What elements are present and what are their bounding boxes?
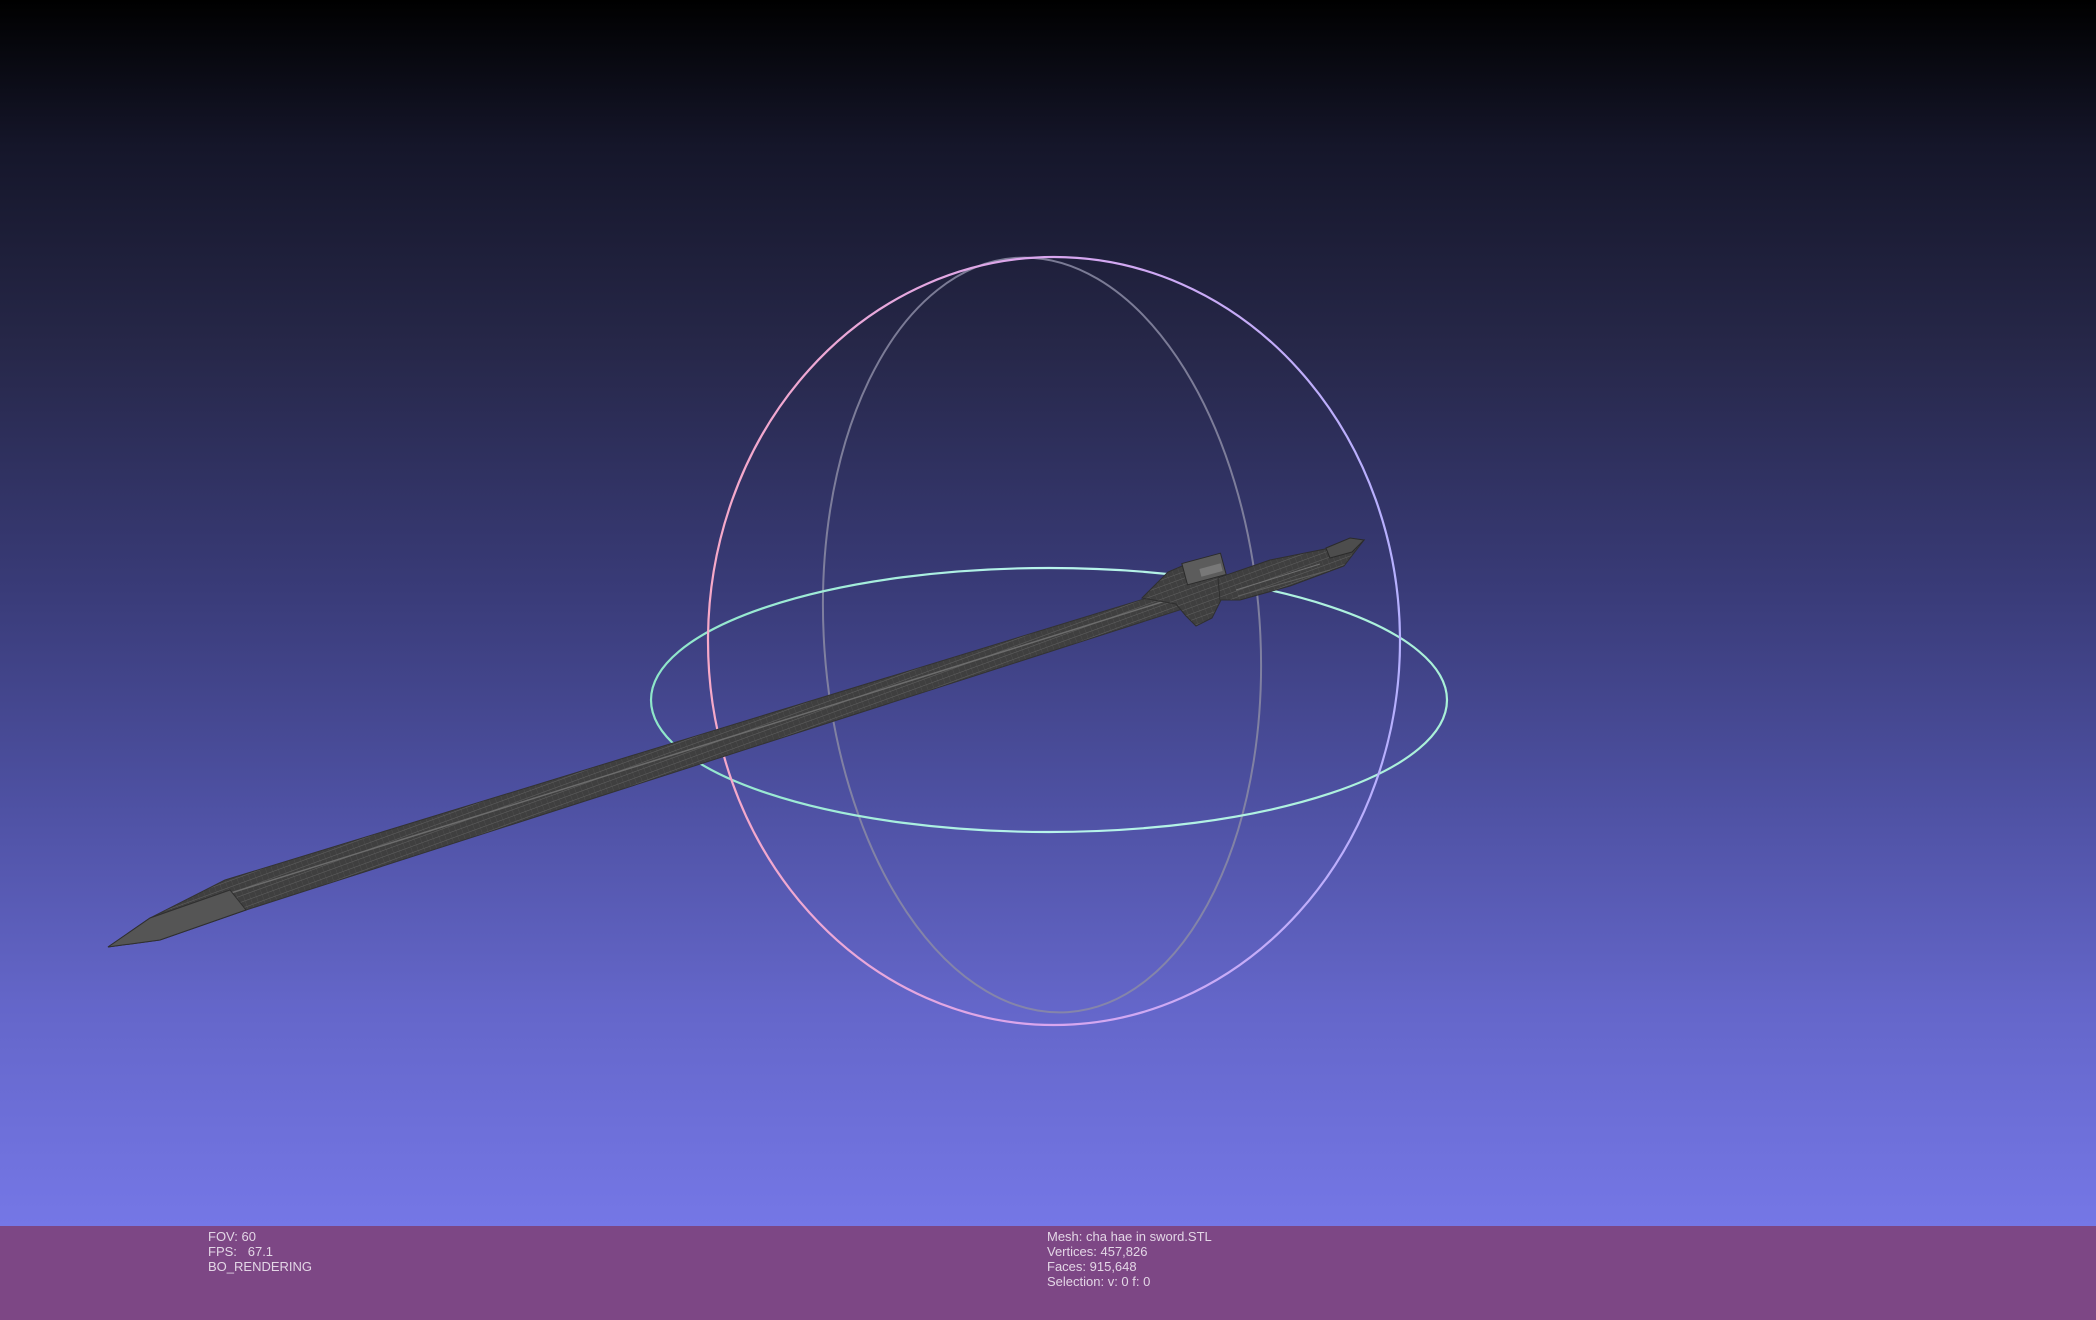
trackball-horizontal-ring [649,566,1449,834]
blade-tip [107,889,247,948]
vertex-count: Vertices: 457,826 [1047,1244,1148,1259]
fov-readout: FOV: 60 [208,1229,256,1244]
mesh-info: Mesh: cha hae in sword.STL Vertices: 457… [1047,1229,1212,1289]
rendering-mode: BO_RENDERING [208,1259,313,1274]
sword-blade [107,587,1193,948]
blade-ridge [169,596,1179,913]
mesh-name: Mesh: cha hae in sword.STL [1047,1229,1212,1244]
scene-canvas[interactable] [0,0,2096,1226]
status-info-bar: FOV: 60 FPS: 67.1 BO_RENDERING Mesh: cha… [0,1226,2096,1320]
face-count: Faces: 915,648 [1047,1259,1137,1274]
render-info: FOV: 60 FPS: 67.1 BO_RENDERING [208,1229,312,1274]
3d-viewport[interactable] [0,0,2096,1226]
fps-readout: FPS: 67.1 [208,1244,274,1259]
sword-mesh[interactable] [107,537,1366,948]
selection-info: Selection: v: 0 f: 0 [1047,1274,1151,1289]
